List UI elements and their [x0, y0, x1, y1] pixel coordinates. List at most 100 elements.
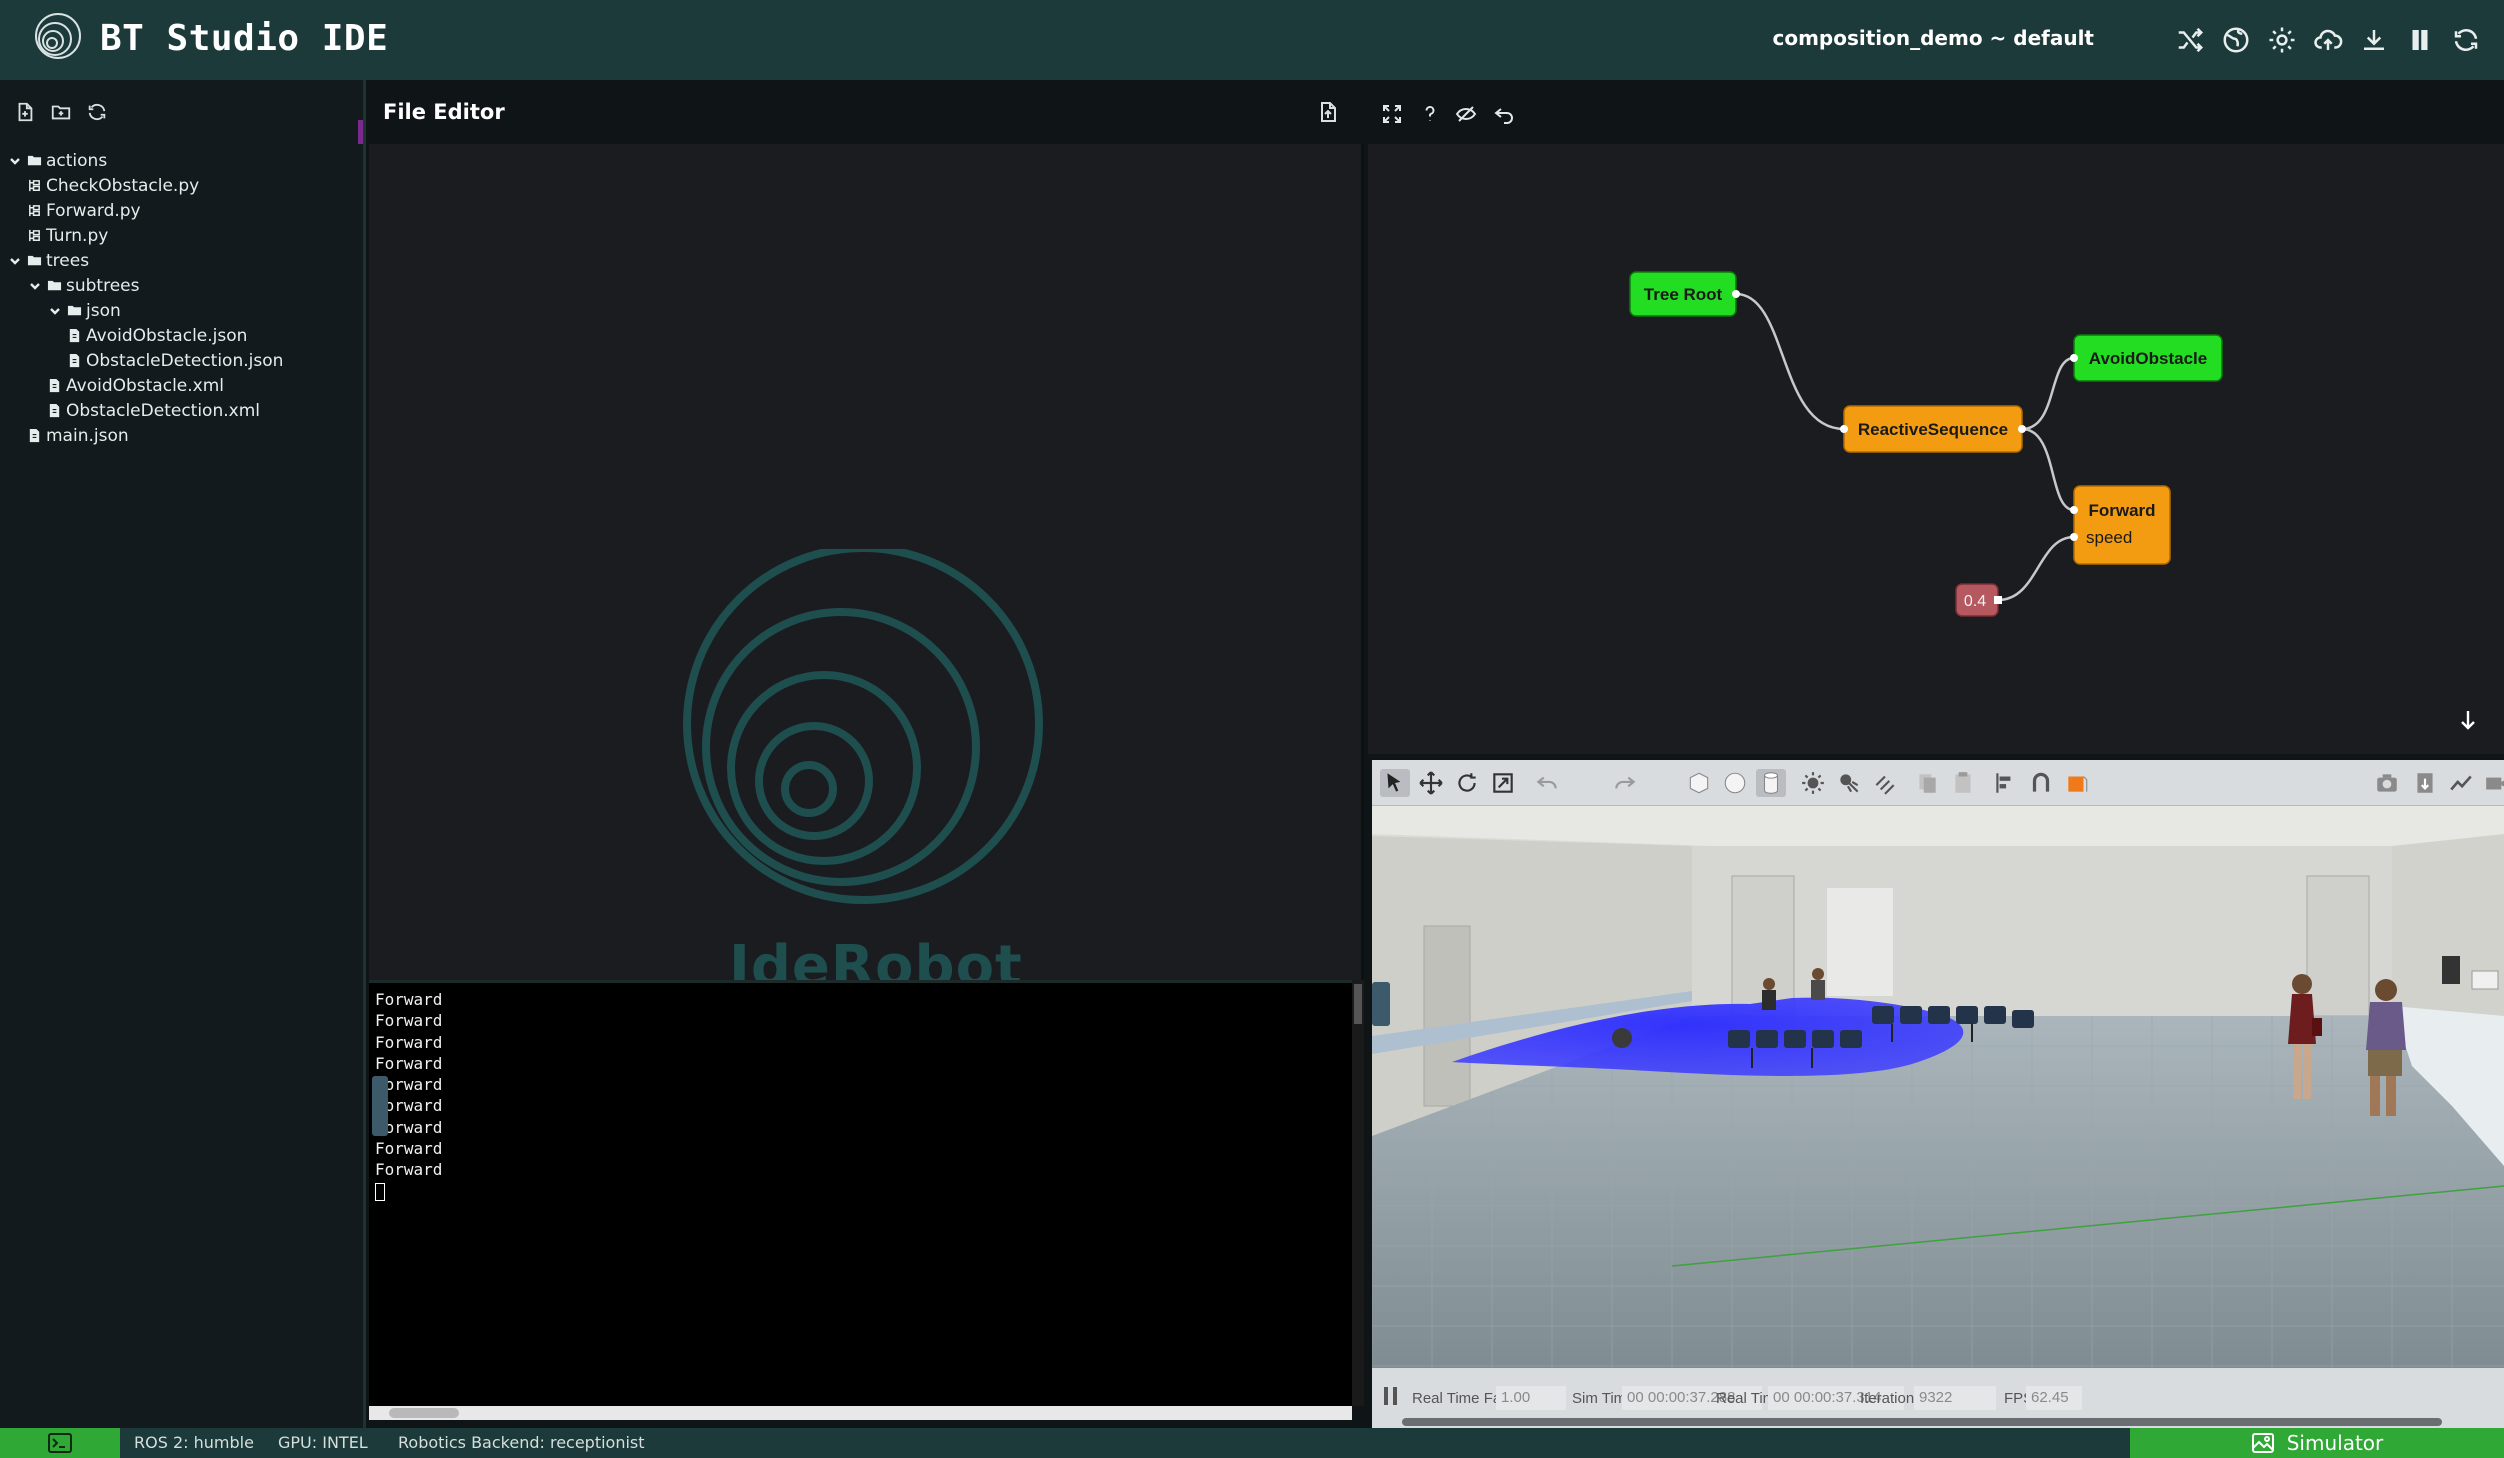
pause-icon[interactable] [2402, 22, 2438, 58]
file-item[interactable]: AvoidObstacle.json [0, 323, 363, 348]
folder-item[interactable]: trees [0, 248, 363, 273]
chevron-down-icon[interactable] [48, 304, 62, 318]
refresh-files-icon[interactable] [84, 99, 110, 125]
folder-item[interactable]: actions [0, 148, 363, 173]
node-tree-root-label: Tree Root [1644, 285, 1723, 304]
tree-item-label: trees [46, 250, 90, 271]
screenshot-icon[interactable] [2372, 769, 2402, 797]
file-editor-title: File Editor [383, 100, 505, 124]
shuffle-icon[interactable] [2172, 22, 2208, 58]
file-item[interactable]: AvoidObstacle.xml [0, 373, 363, 398]
align-icon[interactable] [1990, 769, 2020, 797]
node-reactive-sequence[interactable]: ReactiveSequence [1840, 405, 2026, 453]
file-editor-area[interactable]: IdeRobot [369, 144, 1364, 980]
node-forward[interactable]: Forward speed [2070, 485, 2171, 565]
iterations-value: 9322 [1914, 1386, 1996, 1410]
node-forward-label: Forward [2088, 501, 2155, 520]
hide-icon[interactable] [1452, 100, 1480, 128]
folder-icon [26, 253, 42, 269]
file-item[interactable]: Turn.py [0, 223, 363, 248]
scale-mode-icon[interactable] [1488, 769, 1518, 797]
simulator-button[interactable]: Simulator [2130, 1428, 2504, 1458]
help-icon[interactable] [1416, 100, 1444, 128]
download-icon[interactable] [2356, 22, 2392, 58]
view-angle-icon[interactable] [2062, 769, 2092, 797]
cloud-upload-icon[interactable] [2310, 22, 2346, 58]
snap-icon[interactable] [2026, 769, 2056, 797]
terminal-vertical-scrollbar[interactable] [1352, 980, 1364, 1406]
node-avoid-obstacle-label: AvoidObstacle [2089, 349, 2207, 368]
scroll-indicator [358, 120, 363, 144]
file-item[interactable]: Forward.py [0, 198, 363, 223]
log-icon[interactable] [2410, 769, 2440, 797]
terminal-line: Forward [375, 1032, 443, 1052]
simulator-button-label: Simulator [2286, 1431, 2384, 1455]
rotate-mode-icon[interactable] [1452, 769, 1482, 797]
folder-icon [26, 153, 42, 169]
sphere-shape-icon[interactable] [1720, 769, 1750, 797]
file-item[interactable]: ObstacleDetection.json [0, 348, 363, 373]
refresh-icon[interactable] [2448, 22, 2484, 58]
terminal-cursor [375, 1183, 385, 1202]
simulator-scrollbar[interactable] [1402, 1418, 2442, 1426]
tree-item-label: main.json [46, 425, 129, 446]
folder-item[interactable]: subtrees [0, 273, 363, 298]
terminal-line: Forward [375, 1160, 443, 1180]
globe-icon[interactable] [2218, 22, 2254, 58]
watermark-text: IdeRobot [729, 934, 1023, 980]
terminal-horizontal-scrollbar[interactable] [369, 1406, 1352, 1420]
tree-item-label: AvoidObstacle.json [86, 325, 248, 346]
iderobot-watermark-logo [681, 544, 1051, 969]
tree-item-label: json [86, 300, 121, 321]
box-shape-icon[interactable] [1684, 769, 1714, 797]
edge-sequence-forward [2021, 427, 2075, 512]
fullscreen-icon[interactable] [1378, 100, 1406, 128]
tree-item-label: ObstacleDetection.json [86, 350, 284, 371]
chevron-down-icon[interactable] [28, 279, 42, 293]
node-value[interactable]: 0.4 [1955, 583, 2002, 617]
select-mode-icon[interactable] [1380, 769, 1410, 797]
chevron-down-icon[interactable] [8, 254, 22, 268]
file-item[interactable]: ObstacleDetection.xml [0, 398, 363, 423]
terminal-line: Forward [375, 1139, 443, 1159]
translate-mode-icon[interactable] [1416, 769, 1446, 797]
upload-file-icon[interactable] [1316, 100, 1342, 126]
node-avoid-obstacle[interactable]: AvoidObstacle [2070, 334, 2223, 382]
arrow-down-icon[interactable] [2456, 708, 2484, 736]
simulation-status-bar: Real Time Factor: 1.00 Sim Time: 00 00:0… [1372, 1368, 2504, 1428]
gear-icon[interactable] [2264, 22, 2300, 58]
folder-item[interactable]: json [0, 298, 363, 323]
undo-icon[interactable] [1532, 769, 1562, 797]
terminal[interactable]: Forward Forward Forward Forward Forward Forwa… [369, 980, 1352, 1406]
sim-pause-icon[interactable] [1382, 1384, 1400, 1408]
new-file-icon[interactable] [12, 99, 38, 125]
copy-icon[interactable] [1912, 769, 1942, 797]
chevron-down-icon[interactable] [8, 154, 22, 168]
plot-icon[interactable] [2446, 769, 2476, 797]
new-folder-icon[interactable] [48, 99, 74, 125]
redo-icon[interactable] [1610, 769, 1640, 797]
edge-sequence-avoid [2021, 356, 2075, 431]
robotics-backend: Robotics Backend: receptionist [398, 1433, 645, 1452]
file-icon [66, 353, 82, 369]
simulation-3d-view[interactable] [1372, 806, 2504, 1368]
terminal-toggle-button[interactable] [0, 1428, 120, 1458]
return-icon[interactable] [1490, 100, 1518, 128]
video-record-icon[interactable] [2482, 769, 2504, 797]
action-file-icon [26, 228, 42, 244]
file-editor-header: File Editor [369, 80, 1364, 144]
point-light-icon[interactable] [1798, 769, 1828, 797]
spot-light-icon[interactable] [1834, 769, 1864, 797]
directional-light-icon[interactable] [1870, 769, 1900, 797]
file-item[interactable]: CheckObstacle.py [0, 173, 363, 198]
simulator-resize-handle[interactable] [1372, 982, 1390, 1026]
cylinder-shape-icon[interactable] [1756, 769, 1786, 797]
terminal-resize-handle[interactable] [372, 1076, 388, 1136]
file-item[interactable]: main.json [0, 423, 363, 448]
node-tree-root[interactable]: Tree Root [1629, 271, 1740, 317]
paste-icon[interactable] [1948, 769, 1978, 797]
terminal-line: Forward [375, 990, 443, 1009]
gazebo-toolbar [1372, 760, 2504, 806]
ros-version: ROS 2: humble [134, 1433, 254, 1452]
behavior-tree-canvas[interactable]: Tree Root ReactiveSequence AvoidObstacle… [1368, 144, 2504, 754]
